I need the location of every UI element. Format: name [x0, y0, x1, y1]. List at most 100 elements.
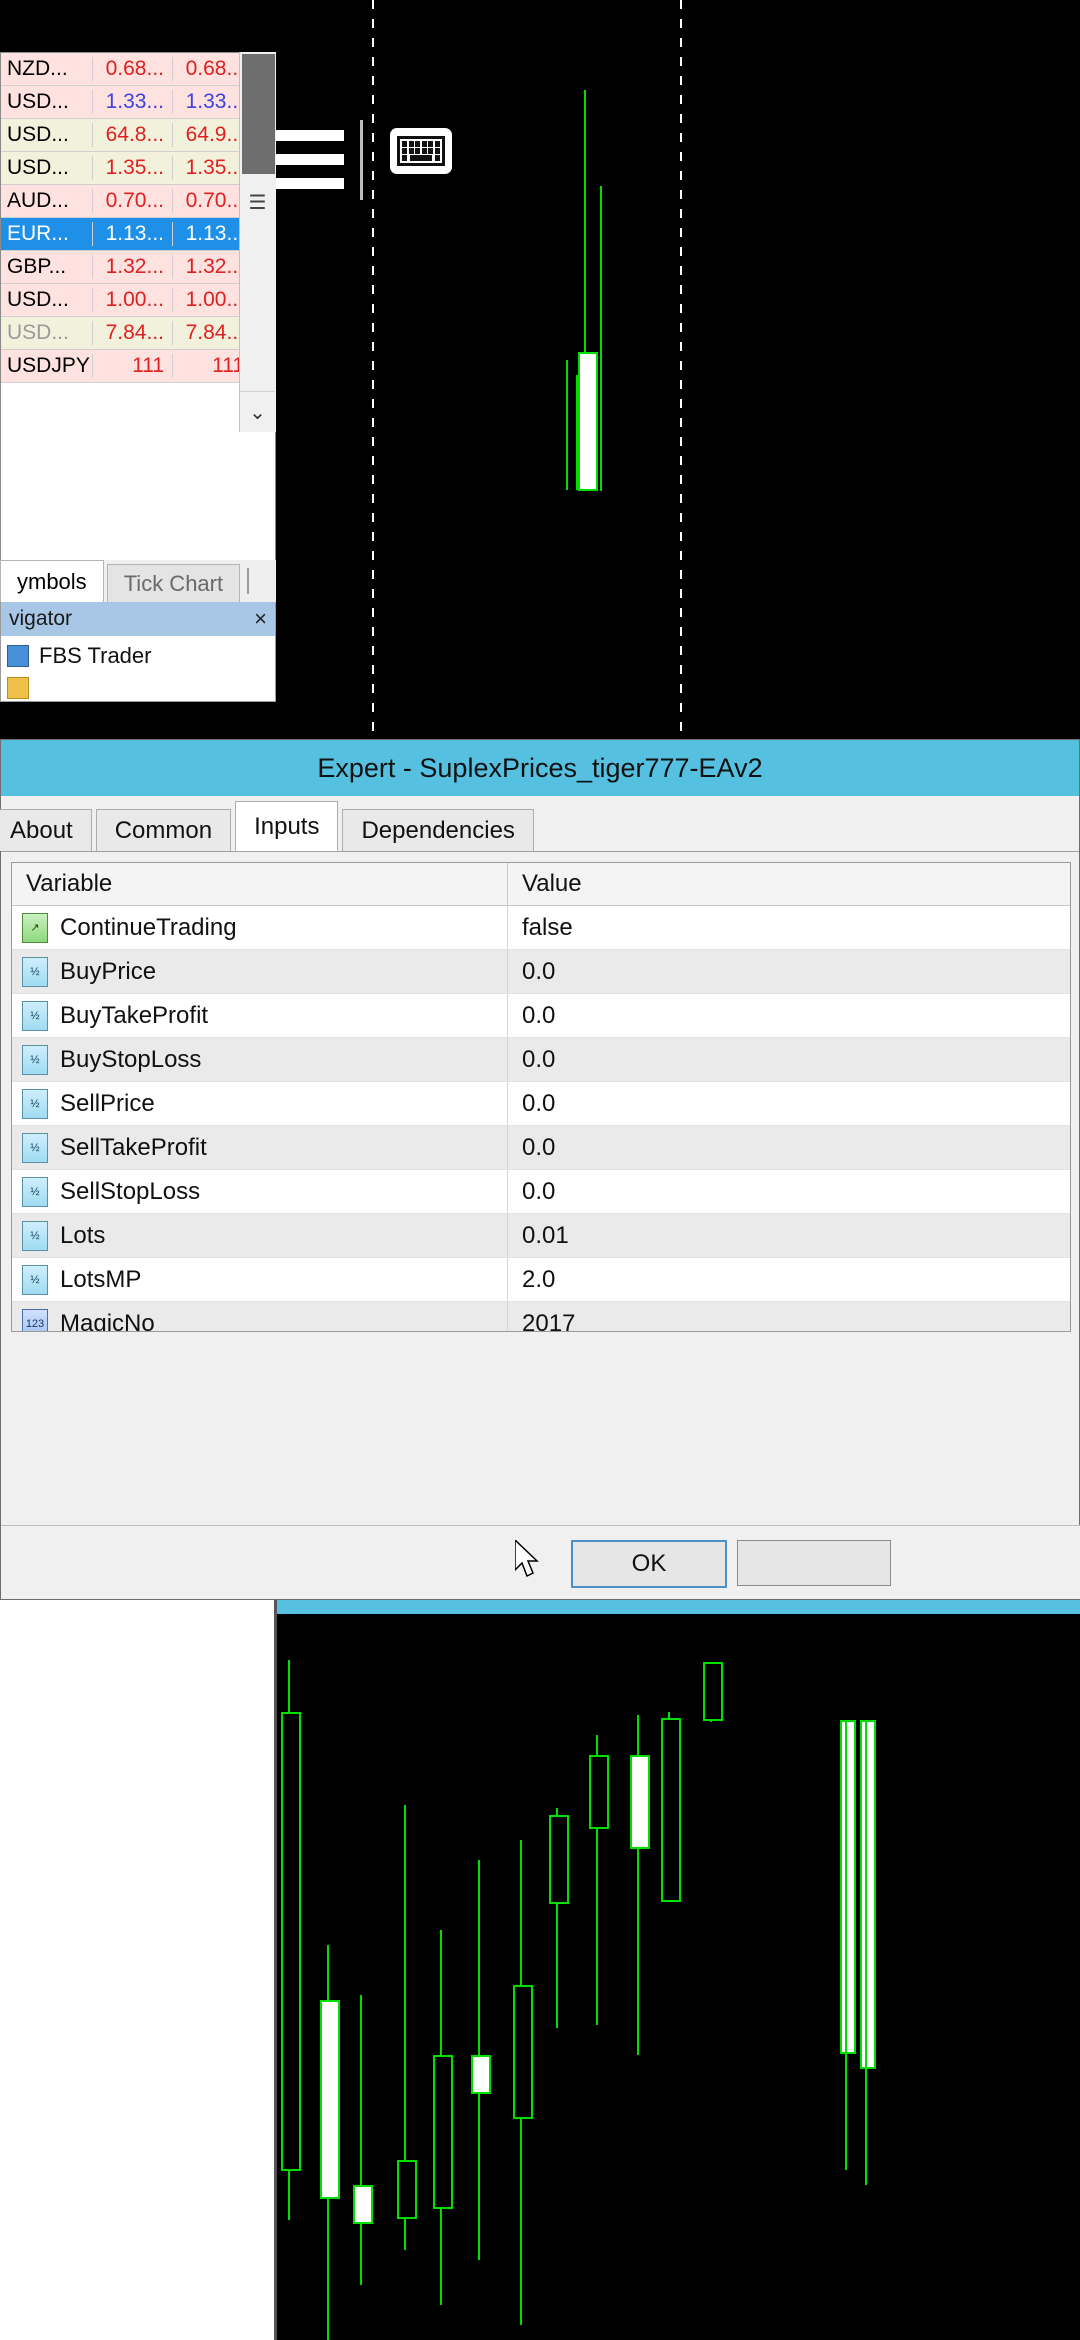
double-variable-icon: ½	[22, 1177, 48, 1207]
inputs-table[interactable]: Variable Value ↗ContinueTradingfalse½Buy…	[11, 862, 1071, 1332]
bool-variable-icon: ↗	[22, 913, 48, 943]
table-row[interactable]: 123MagicNo2017	[12, 1302, 1070, 1332]
table-row[interactable]: ↗ ContinueTrading false	[12, 906, 1070, 950]
market-watch-tabs[interactable]: ymbols Tick Chart	[0, 560, 276, 603]
bottom-chart-canvas[interactable]	[0, 1600, 1080, 2340]
table-row[interactable]: ½SellPrice0.0	[12, 1082, 1070, 1126]
value-cell[interactable]: 0.0	[507, 1170, 1070, 1213]
candle-wick	[600, 186, 602, 491]
ok-button[interactable]: OK	[571, 1540, 727, 1588]
variable-label: SellTakeProfit	[60, 1134, 207, 1162]
column-header-value: Value	[507, 863, 1070, 905]
navigator-item-label: FBS Trader	[39, 643, 151, 669]
dialog-title: Expert - SuplexPrices_tiger777-EAv2	[1, 740, 1079, 796]
market-watch-scrollbar[interactable]: ☰ ⌄	[239, 52, 276, 432]
market-watch-row[interactable]: AUD...0.70...0.70...	[1, 185, 275, 218]
variable-cell: ↗ ContinueTrading	[12, 913, 507, 943]
bid-cell: 0.70...	[92, 189, 172, 213]
navigator-item-fbs-trader[interactable]: FBS Trader	[1, 636, 275, 676]
market-watch-row[interactable]: GBP...1.32...1.32...	[1, 251, 275, 284]
candle-body	[549, 1815, 569, 1904]
keyboard-icon[interactable]	[390, 128, 452, 174]
navigator-panel[interactable]: vigator × FBS Trader	[0, 602, 276, 702]
value-cell[interactable]: 2.0	[507, 1258, 1070, 1301]
table-row[interactable]: ½SellStopLoss0.0	[12, 1170, 1070, 1214]
chart-gridline	[372, 0, 374, 740]
symbol-cell: USD...	[1, 288, 92, 312]
table-row[interactable]: ½BuyTakeProfit0.0	[12, 994, 1070, 1038]
dialog-tabs[interactable]: About Common Inputs Dependencies	[1, 796, 1079, 852]
tab-symbols[interactable]: ymbols	[0, 560, 104, 602]
tab-dependencies[interactable]: Dependencies	[342, 809, 533, 851]
value-cell[interactable]: 0.0	[507, 994, 1070, 1037]
table-row[interactable]: ½BuyPrice0.0	[12, 950, 1070, 994]
market-watch-row[interactable]: USD...64.8...64.9...	[1, 119, 275, 152]
market-watch-row[interactable]: USD...7.84...7.84...	[1, 317, 275, 350]
table-header: Variable Value	[12, 863, 1070, 906]
table-row[interactable]: ½BuyStopLoss0.0	[12, 1038, 1070, 1082]
table-body: ↗ContinueTradingfalse½BuyPrice0.0½BuyTak…	[12, 906, 1070, 1332]
candle-wick	[566, 360, 568, 490]
value-cell[interactable]: false	[507, 906, 1070, 949]
navigator-title-label: vigator	[9, 607, 72, 631]
market-watch-rows: NZD...0.68...0.68...USD...1.33...1.33...…	[1, 53, 275, 383]
scrollbar-thumb[interactable]	[242, 54, 275, 174]
tab-inputs[interactable]: Inputs	[235, 801, 338, 851]
market-watch-row[interactable]: USDJPY111111	[1, 350, 275, 383]
variable-cell: ½BuyTakeProfit	[12, 1001, 507, 1031]
symbol-cell: AUD...	[1, 189, 92, 213]
variable-label: MagicNo	[60, 1310, 155, 1333]
close-icon[interactable]: ×	[254, 606, 267, 632]
variable-label: ContinueTrading	[60, 914, 237, 942]
candle-body	[353, 2185, 373, 2224]
value-cell[interactable]: 0.0	[507, 1126, 1070, 1169]
scroll-grip-icon[interactable]: ☰	[240, 182, 275, 222]
double-variable-icon: ½	[22, 1089, 48, 1119]
variable-cell: ½Lots	[12, 1221, 507, 1251]
value-cell[interactable]: 0.01	[507, 1214, 1070, 1257]
tab-about[interactable]: About	[0, 809, 92, 851]
market-watch-row[interactable]: USD...1.33...1.33...	[1, 86, 275, 119]
candle-wick	[845, 1720, 847, 2170]
candle-body	[630, 1755, 650, 1849]
hamburger-menu-icon[interactable]	[272, 130, 344, 190]
market-watch-row[interactable]: USD...1.35...1.35...	[1, 152, 275, 185]
chart-gridline	[680, 0, 682, 740]
table-row[interactable]: ½Lots0.01	[12, 1214, 1070, 1258]
tab-tick-chart[interactable]: Tick Chart	[107, 564, 240, 602]
candle-body	[397, 2160, 417, 2219]
table-row[interactable]: ½LotsMP2.0	[12, 1258, 1070, 1302]
variable-cell: 123MagicNo	[12, 1309, 507, 1333]
candle-body	[840, 1720, 856, 2054]
double-variable-icon: ½	[22, 1265, 48, 1295]
cancel-button[interactable]	[737, 1540, 891, 1586]
navigator-item-folder[interactable]	[1, 676, 275, 700]
value-cell[interactable]: 2017	[507, 1302, 1070, 1332]
candle-wick	[360, 1995, 362, 2285]
value-cell[interactable]: 0.0	[507, 1038, 1070, 1081]
variable-cell: ½SellTakeProfit	[12, 1133, 507, 1163]
chevron-down-icon[interactable]: ⌄	[240, 391, 275, 432]
chart-left-border	[274, 1600, 277, 2340]
variable-label: Lots	[60, 1222, 105, 1250]
market-watch-panel[interactable]: NZD...0.68...0.68...USD...1.33...1.33...…	[0, 52, 276, 632]
symbol-cell: USDJPY	[1, 354, 92, 378]
table-row[interactable]: ½SellTakeProfit0.0	[12, 1126, 1070, 1170]
variable-cell: ½SellPrice	[12, 1089, 507, 1119]
tab-common[interactable]: Common	[96, 809, 231, 851]
symbol-cell: GBP...	[1, 255, 92, 279]
value-cell[interactable]: 0.0	[507, 1082, 1070, 1125]
value-cell[interactable]: 0.0	[507, 950, 1070, 993]
market-watch-row[interactable]: EUR...1.13...1.13...	[1, 218, 275, 251]
navigator-titlebar: vigator ×	[1, 602, 275, 636]
candle-body	[703, 1662, 723, 1721]
symbol-cell: EUR...	[1, 222, 92, 246]
market-watch-row[interactable]: NZD...0.68...0.68...	[1, 53, 275, 86]
expert-properties-dialog[interactable]: Expert - SuplexPrices_tiger777-EAv2 Abou…	[0, 739, 1080, 1600]
market-watch-row[interactable]: USD...1.00...1.00...	[1, 284, 275, 317]
symbol-cell: USD...	[1, 321, 92, 345]
mouse-cursor	[515, 1540, 541, 1580]
candle-wick	[576, 375, 578, 490]
candle-body	[513, 1985, 533, 2119]
tab-separator	[247, 568, 249, 594]
